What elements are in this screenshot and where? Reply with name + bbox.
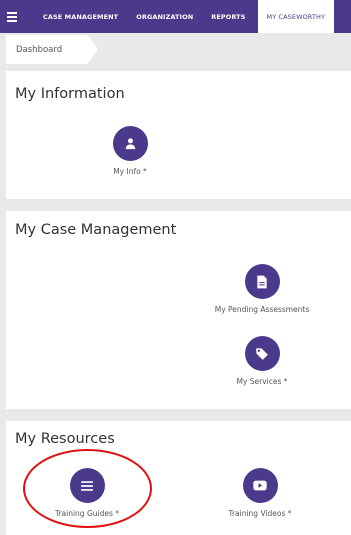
tile-label: My Info *: [113, 167, 147, 176]
hamburger-menu-icon[interactable]: [0, 0, 24, 33]
nav-organization[interactable]: ORGANIZATION: [127, 0, 202, 33]
panel-title: My Information: [15, 86, 125, 102]
tile-label: Training Videos *: [228, 509, 292, 518]
nav-reports[interactable]: REPORTS: [202, 0, 257, 33]
tile-label: My Pending Assessments: [214, 305, 310, 314]
tile-label: My Services *: [236, 377, 288, 386]
person-icon: [112, 126, 148, 161]
my-resources-panel: My Resources Training Guides * Training …: [6, 421, 351, 535]
nav-case-management[interactable]: CASE MANAGEMENT: [24, 0, 127, 33]
breadcrumb: Dashboard: [0, 33, 351, 66]
my-pending-assessments-tile[interactable]: My Pending Assessments: [197, 264, 327, 314]
training-guides-tile[interactable]: Training Guides *: [22, 468, 152, 518]
nav-my-caseworthy[interactable]: MY CASEWORTHY: [257, 0, 335, 33]
panel-title: My Resources: [15, 431, 115, 447]
video-icon: [242, 468, 278, 503]
tile-label: Training Guides *: [54, 509, 120, 518]
my-case-management-panel: My Case Management My Pending Assessment…: [6, 211, 351, 409]
training-videos-tile[interactable]: Training Videos *: [195, 468, 325, 518]
my-services-tile[interactable]: My Services *: [197, 336, 327, 386]
list-icon: [69, 468, 105, 503]
breadcrumb-dashboard[interactable]: Dashboard: [6, 35, 98, 64]
tag-icon: [244, 336, 280, 371]
top-nav: CASE MANAGEMENT ORGANIZATION REPORTS MY …: [0, 0, 351, 33]
document-icon: [244, 264, 280, 299]
my-information-panel: My Information My Info *: [6, 71, 351, 199]
my-info-tile[interactable]: My Info *: [65, 126, 195, 176]
panel-title: My Case Management: [15, 222, 177, 238]
